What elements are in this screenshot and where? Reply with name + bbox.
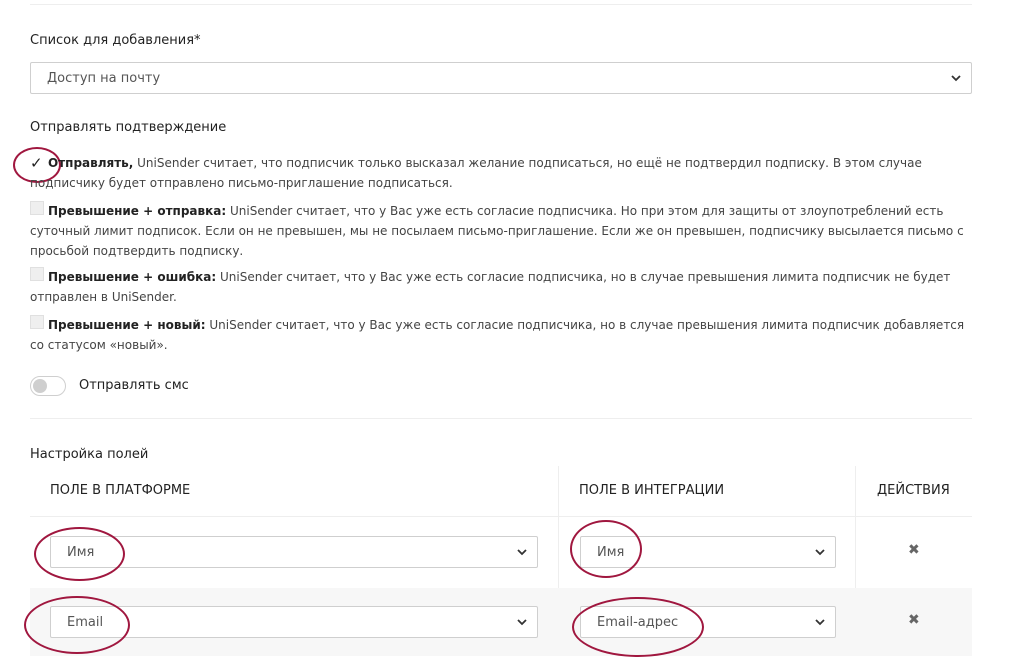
toggle-knob — [33, 379, 47, 393]
chevron-down-icon — [517, 549, 527, 556]
confirm-option-exceed-error: Превышение + ошибка: UniSender считает, … — [30, 267, 975, 307]
chevron-down-icon — [815, 549, 825, 556]
confirm-option-send: Отправлять, UniSender считает, что подпи… — [30, 153, 975, 193]
header-integration: ПОЛЕ В ИНТЕГРАЦИИ — [579, 483, 725, 498]
option-title: Превышение + ошибка: — [48, 270, 217, 284]
header-actions: ДЕЙСТВИЯ — [877, 483, 950, 498]
section-divider — [30, 418, 972, 419]
option-text: UniSender считает, что подписчик только … — [30, 156, 922, 190]
list-label: Список для добавления* — [30, 33, 201, 48]
highlight-ring-platform — [24, 596, 130, 654]
list-select[interactable]: Доступ на почту — [30, 62, 972, 94]
header-platform: ПОЛЕ В ПЛАТФОРМЕ — [50, 483, 191, 498]
chevron-down-icon — [951, 75, 961, 82]
confirm-option-exceed-new: Превышение + новый: UniSender считает, ч… — [30, 315, 975, 355]
fields-label: Настройка полей — [30, 447, 149, 462]
top-divider — [30, 4, 972, 5]
highlight-ring-integration — [570, 520, 642, 578]
chevron-down-icon — [815, 619, 825, 626]
close-icon[interactable]: ✖ — [908, 542, 920, 558]
chevron-down-icon — [517, 619, 527, 626]
sms-label: Отправлять смс — [79, 378, 189, 393]
confirm-option-exceed-send: Превышение + отправка: UniSender считает… — [30, 201, 975, 261]
option-title: Превышение + новый: — [48, 318, 206, 332]
sms-toggle[interactable] — [30, 376, 66, 396]
highlight-ring-platform — [34, 527, 125, 581]
highlight-ring-integration — [572, 597, 704, 657]
option-title: Отправлять, — [48, 156, 134, 170]
option-title: Превышение + отправка: — [48, 204, 227, 218]
close-icon[interactable]: ✖ — [908, 612, 920, 628]
confirm-label: Отправлять подтверждение — [30, 120, 227, 135]
table-header-divider — [30, 516, 972, 517]
list-select-value: Доступ на почту — [47, 70, 161, 86]
